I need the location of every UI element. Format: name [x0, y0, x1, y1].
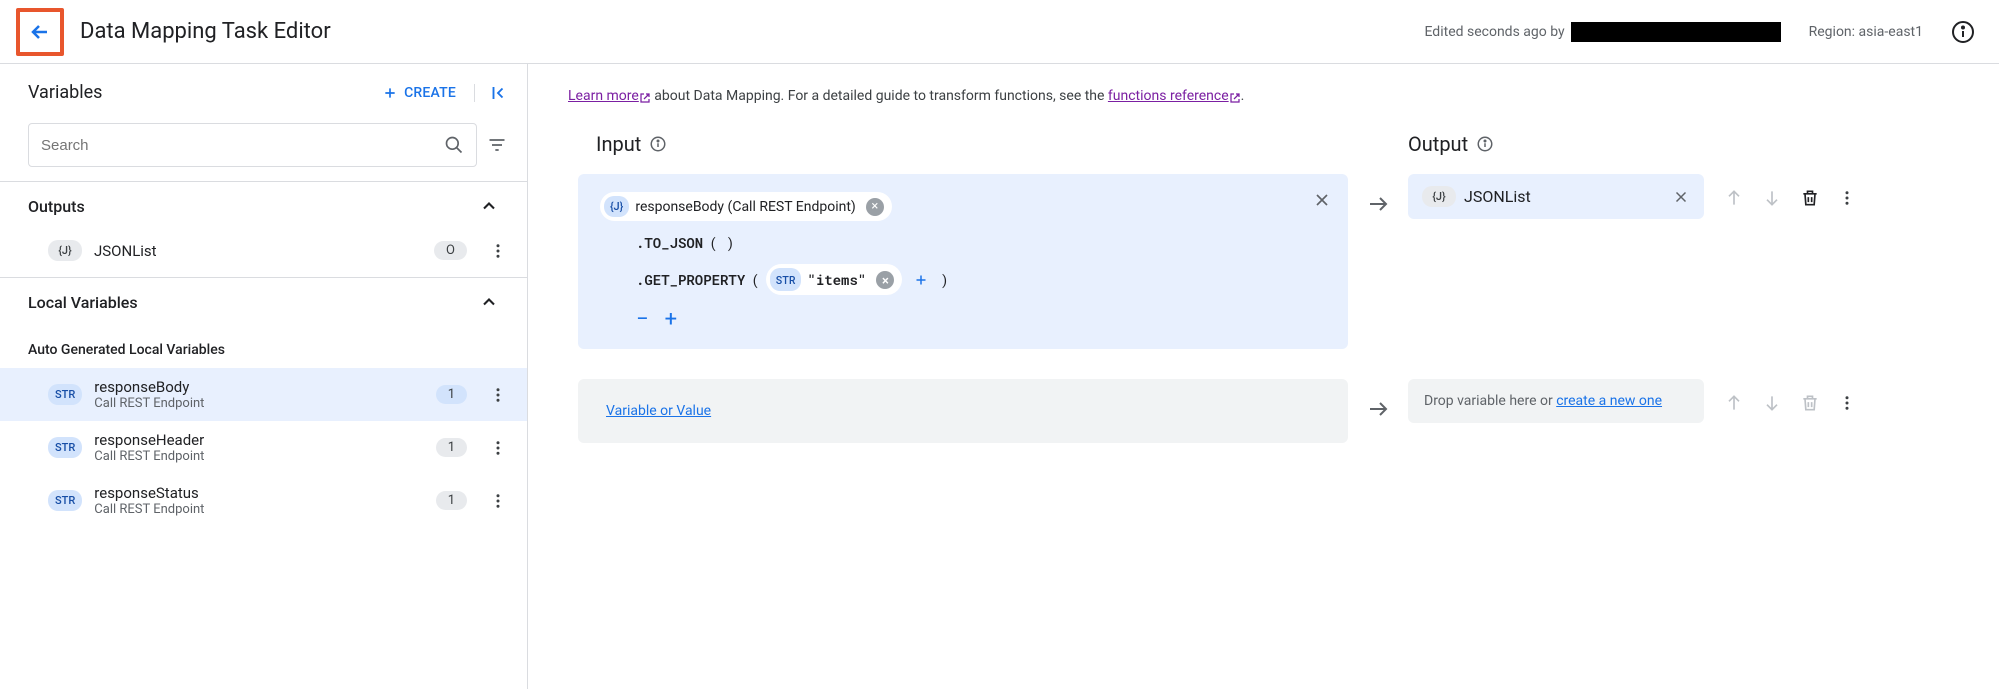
- outputs-section-header[interactable]: Outputs: [0, 182, 527, 230]
- variable-or-value-link[interactable]: Variable or Value: [606, 403, 711, 419]
- functions-reference-link[interactable]: functions reference: [1108, 88, 1241, 104]
- search-input-wrapper: [28, 123, 477, 167]
- variable-row-responseheader[interactable]: STR responseHeader Call REST Endpoint 1: [0, 421, 527, 474]
- local-variables-section-header[interactable]: Local Variables: [0, 278, 527, 326]
- header: Data Mapping Task Editor Edited seconds …: [0, 0, 1999, 64]
- sidebar-title: Variables: [28, 82, 102, 103]
- remove-function-button[interactable]: −: [636, 309, 649, 331]
- variable-row-responsebody[interactable]: STR responseBody Call REST Endpoint 1: [0, 368, 527, 421]
- add-function-button[interactable]: +: [665, 309, 677, 331]
- row-menu-button[interactable]: [1838, 189, 1856, 207]
- collapse-sidebar-button[interactable]: [474, 84, 507, 102]
- remove-chip-button[interactable]: ×: [866, 198, 884, 216]
- move-up-button[interactable]: [1724, 393, 1744, 413]
- usage-count: 1: [436, 438, 467, 457]
- variable-menu-button[interactable]: [489, 439, 507, 457]
- type-badge: {J}: [48, 240, 82, 261]
- function-argument-chip[interactable]: STR "items" ×: [766, 264, 903, 295]
- external-link-icon: [639, 92, 651, 104]
- info-icon[interactable]: [649, 135, 667, 153]
- remove-chip-button[interactable]: ×: [876, 271, 894, 289]
- mapping-arrow: [1348, 379, 1408, 421]
- description-text: Learn more about Data Mapping. For a det…: [568, 88, 1975, 104]
- chevron-up-icon: [479, 196, 499, 216]
- chevron-up-icon: [479, 292, 499, 312]
- type-badge: STR: [48, 437, 82, 458]
- row-actions: [1704, 174, 1975, 208]
- usage-count: 1: [436, 385, 467, 404]
- source-variable-chip[interactable]: {J} responseBody (Call REST Endpoint) ×: [600, 192, 892, 221]
- move-down-button[interactable]: [1762, 393, 1782, 413]
- editor-name-redacted: [1571, 22, 1781, 42]
- variable-name: responseBody: [94, 378, 204, 396]
- variable-menu-button[interactable]: [489, 242, 507, 260]
- transform-function-to-json[interactable]: .TO_JSON( ): [600, 233, 1330, 252]
- clear-output-button[interactable]: [1672, 188, 1690, 206]
- input-heading: Input: [568, 132, 1348, 174]
- clear-input-button[interactable]: [1312, 190, 1332, 210]
- mapping-input-card[interactable]: {J} responseBody (Call REST Endpoint) × …: [578, 174, 1348, 349]
- info-icon[interactable]: [1476, 135, 1494, 153]
- mapping-content: Learn more about Data Mapping. For a det…: [528, 64, 1999, 689]
- page-title: Data Mapping Task Editor: [80, 19, 331, 44]
- type-badge: STR: [48, 490, 82, 511]
- output-variable-name: JSONList: [1464, 187, 1531, 206]
- delete-row-button[interactable]: [1800, 188, 1820, 208]
- variable-menu-button[interactable]: [489, 386, 507, 404]
- move-down-button[interactable]: [1762, 188, 1782, 208]
- auto-generated-heading: Auto Generated Local Variables: [0, 326, 527, 368]
- collapse-left-icon: [489, 84, 507, 102]
- variables-sidebar: Variables CREATE Outputs: [0, 64, 528, 689]
- variable-menu-button[interactable]: [489, 492, 507, 510]
- arrow-left-icon: [28, 20, 52, 44]
- info-icon[interactable]: [1951, 20, 1975, 44]
- type-badge: {J}: [1422, 186, 1456, 207]
- plus-icon: [382, 85, 398, 101]
- add-argument-button[interactable]: [912, 271, 930, 289]
- back-button[interactable]: [16, 8, 64, 56]
- transform-function-get-property[interactable]: .GET_PROPERTY( STR "items" × ): [600, 264, 1330, 295]
- row-actions: [1704, 379, 1975, 413]
- variable-source: Call REST Endpoint: [94, 502, 204, 517]
- usage-count: O: [434, 241, 467, 260]
- usage-count: 1: [436, 491, 467, 510]
- variable-source: Call REST Endpoint: [94, 396, 204, 411]
- region-label: Region: asia-east1: [1809, 24, 1923, 40]
- output-heading: Output: [1408, 132, 1704, 174]
- variable-source: Call REST Endpoint: [94, 449, 204, 464]
- create-variable-button[interactable]: CREATE: [382, 85, 456, 101]
- empty-input-placeholder[interactable]: Variable or Value: [578, 379, 1348, 443]
- variable-name: responseHeader: [94, 431, 204, 449]
- variable-name: responseStatus: [94, 484, 204, 502]
- last-edited-label: Edited seconds ago by: [1424, 22, 1780, 42]
- move-up-button[interactable]: [1724, 188, 1744, 208]
- empty-output-placeholder[interactable]: Drop variable here or create a new one: [1408, 379, 1704, 423]
- learn-more-link[interactable]: Learn more: [568, 88, 651, 104]
- variable-row-jsonlist[interactable]: {J} JSONList O: [0, 230, 527, 271]
- filter-button[interactable]: [487, 135, 507, 155]
- row-menu-button[interactable]: [1838, 394, 1856, 412]
- delete-row-button[interactable]: [1800, 393, 1820, 413]
- external-link-icon: [1229, 92, 1241, 104]
- mapping-arrow: [1348, 174, 1408, 216]
- search-input[interactable]: [41, 137, 444, 154]
- filter-icon: [487, 135, 507, 155]
- variable-row-responsestatus[interactable]: STR responseStatus Call REST Endpoint 1: [0, 474, 527, 527]
- search-icon: [444, 135, 464, 155]
- type-badge: STR: [48, 384, 82, 405]
- variable-name: JSONList: [94, 242, 157, 260]
- mapping-output-card[interactable]: {J} JSONList: [1408, 174, 1704, 219]
- create-new-variable-link[interactable]: create a new one: [1556, 393, 1662, 409]
